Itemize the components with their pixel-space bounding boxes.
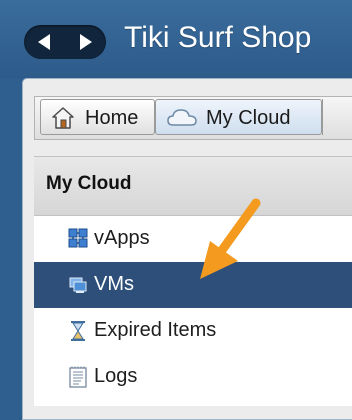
section-title: My Cloud <box>46 173 132 194</box>
forward-arrow-icon[interactable] <box>65 25 106 59</box>
vapps-icon <box>68 228 88 253</box>
app-title: Tiki Surf Shop <box>124 21 312 54</box>
sidebar-item-expired-items[interactable]: Expired Items <box>34 308 352 354</box>
app-header: Tiki Surf Shop <box>0 0 352 78</box>
callout-arrow <box>190 195 280 300</box>
sidebar-item-label: vApps <box>94 227 150 249</box>
navigation-controls <box>24 25 106 59</box>
back-arrow-icon[interactable] <box>24 25 65 59</box>
sidebar-item-label: VMs <box>94 273 134 295</box>
tab-my-cloud-label: My Cloud <box>206 107 291 129</box>
sidebar-item-label: Logs <box>94 365 138 387</box>
hourglass-icon <box>68 320 88 347</box>
logs-icon <box>68 366 88 393</box>
home-icon <box>51 106 75 136</box>
tab-home-label: Home <box>85 107 139 129</box>
cloud-icon <box>166 106 198 136</box>
tab-home[interactable]: Home <box>40 99 155 135</box>
tab-my-cloud[interactable]: My Cloud <box>155 99 322 135</box>
vms-icon <box>68 274 88 299</box>
tab-separator <box>322 99 333 135</box>
tab-bar: Home My Cloud <box>34 96 352 140</box>
sidebar-item-logs[interactable]: Logs <box>34 354 352 400</box>
sidebar-item-label: Expired Items <box>94 319 217 341</box>
